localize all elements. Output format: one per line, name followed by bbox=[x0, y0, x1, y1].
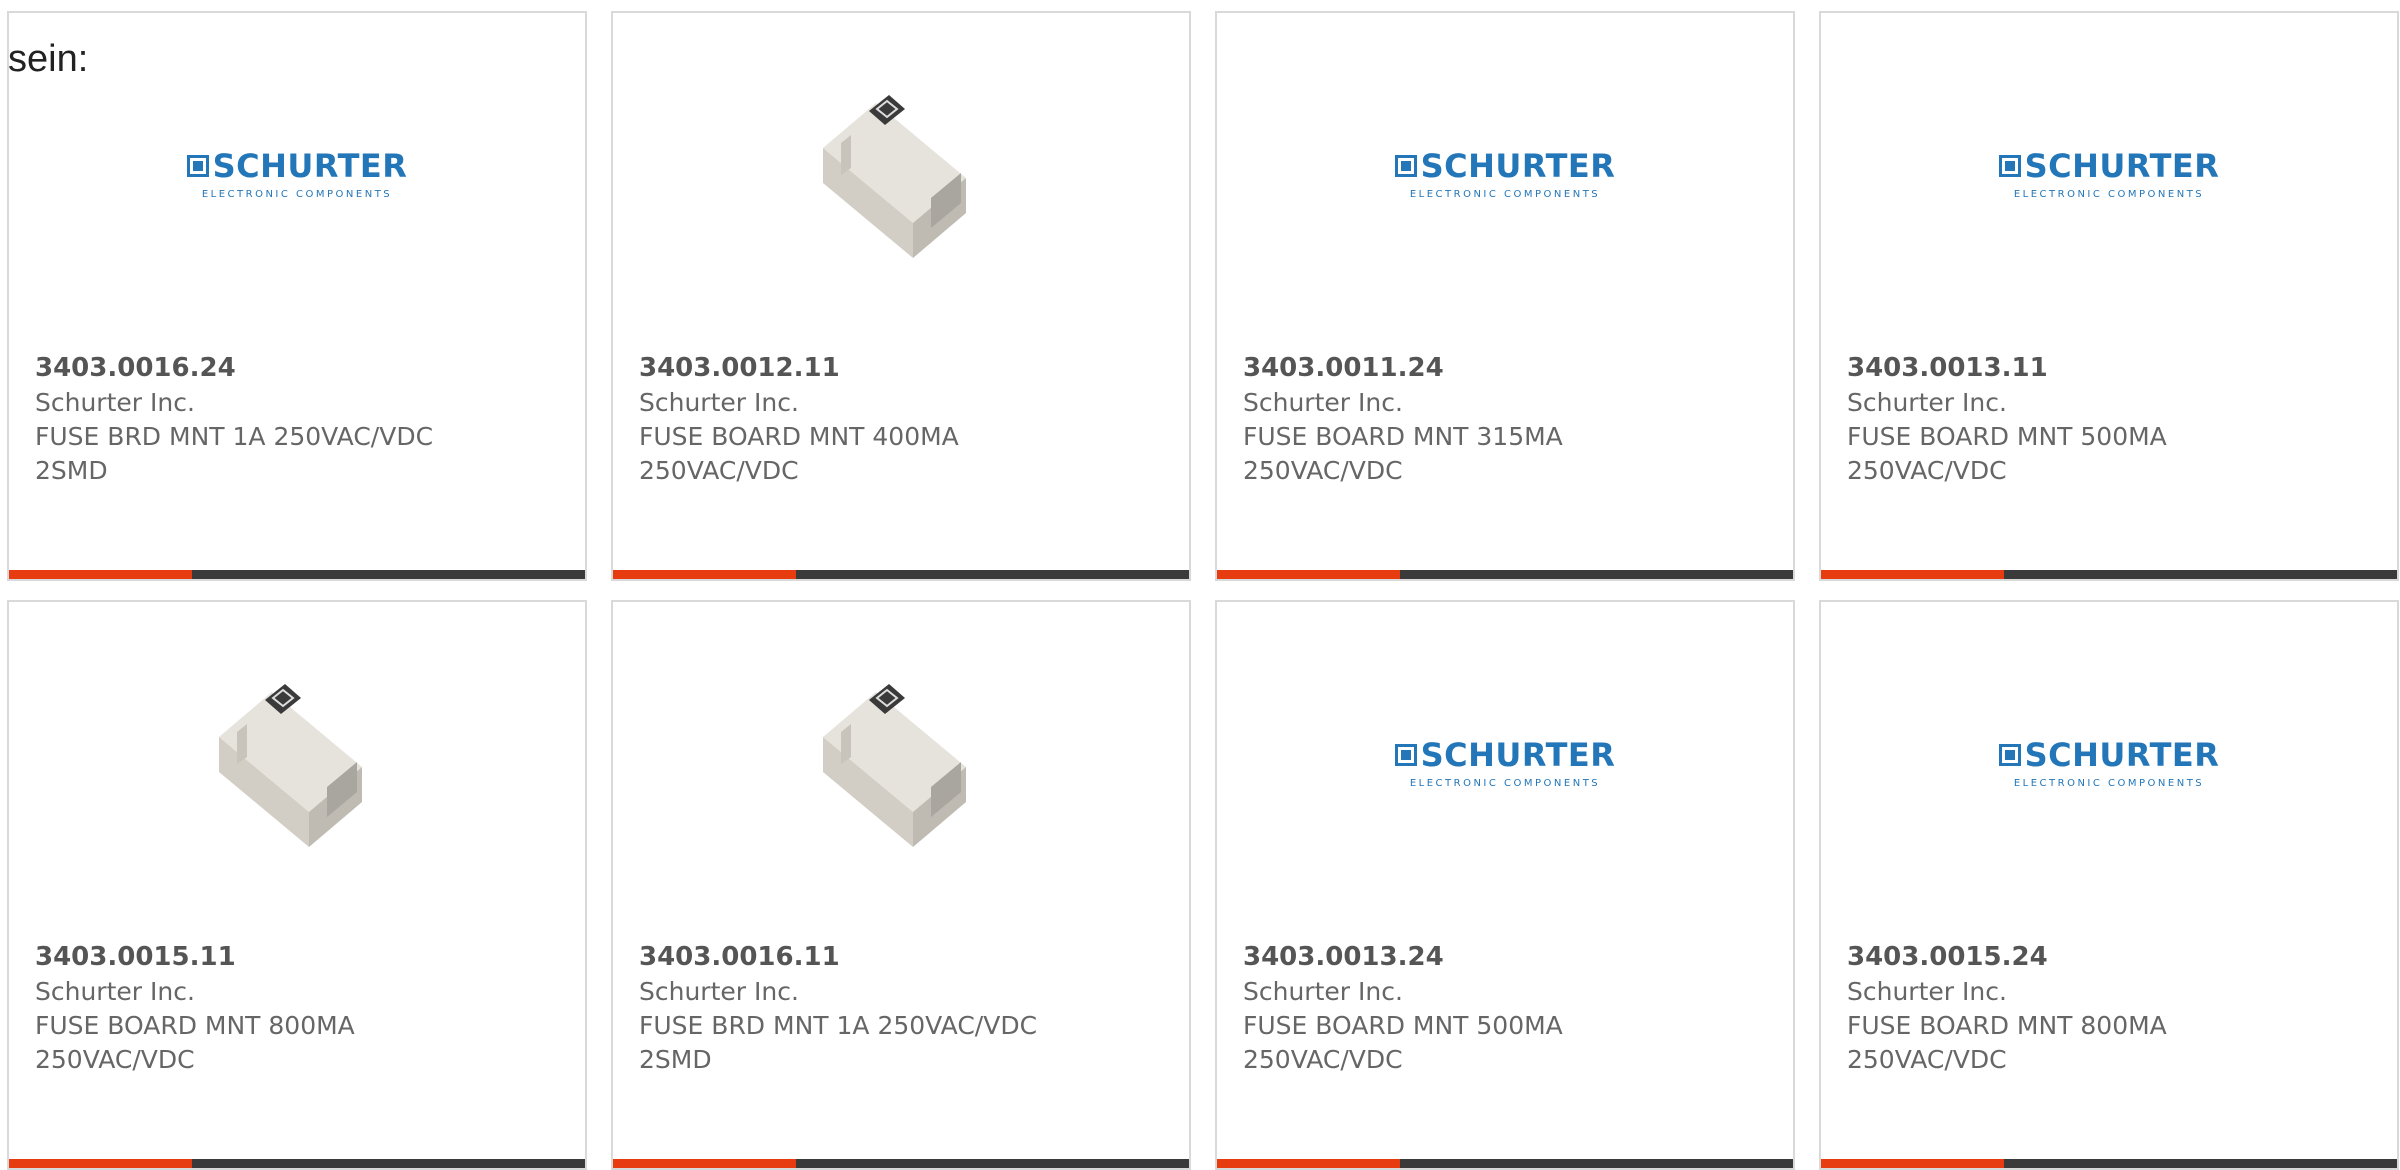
part-number[interactable]: 3403.0016.11 bbox=[639, 942, 840, 972]
description: FUSE BOARD MNT 400MA 250VAC/VDC bbox=[639, 422, 959, 485]
manufacturer: Schurter Inc. bbox=[639, 388, 799, 417]
part-number[interactable]: 3403.0015.24 bbox=[1847, 942, 2048, 972]
product-card[interactable]: 3403.0016.11 Schurter Inc. FUSE BRD MNT … bbox=[611, 600, 1191, 1170]
description: FUSE BRD MNT 1A 250VAC/VDC 2SMD bbox=[35, 422, 434, 485]
logo-text: SCHURTER bbox=[1420, 146, 1616, 185]
schurter-logo: SCHURTER ELECTRONIC COMPONENTS bbox=[1394, 146, 1616, 200]
manufacturer: Schurter Inc. bbox=[1847, 977, 2007, 1006]
card-bar-accent bbox=[1821, 570, 2004, 579]
card-bottom-bar bbox=[613, 570, 1189, 579]
fuse-photo bbox=[823, 95, 966, 258]
logo-subtext: ELECTRONIC COMPONENTS bbox=[1409, 188, 1601, 200]
manufacturer: Schurter Inc. bbox=[35, 977, 195, 1006]
product-image: SCHURTER ELECTRONIC COMPONENTS bbox=[1217, 657, 1793, 867]
description: FUSE BOARD MNT 800MA 250VAC/VDC bbox=[35, 1011, 355, 1074]
product-image: SCHURTER ELECTRONIC COMPONENTS bbox=[9, 68, 585, 278]
part-number[interactable]: 3403.0013.24 bbox=[1243, 942, 1444, 972]
description: FUSE BRD MNT 1A 250VAC/VDC 2SMD bbox=[639, 1011, 1038, 1074]
product-grid: SCHURTER ELECTRONIC COMPONENTS 3403.0016… bbox=[0, 0, 2400, 1170]
card-bottom-bar bbox=[1217, 570, 1793, 579]
schurter-logo-mark-icon bbox=[1998, 154, 2021, 177]
schurter-logo: SCHURTER ELECTRONIC COMPONENTS bbox=[1394, 735, 1616, 789]
product-image bbox=[9, 657, 585, 867]
description: FUSE BOARD MNT 800MA 250VAC/VDC bbox=[1847, 1011, 2167, 1074]
product-card[interactable]: SCHURTER ELECTRONIC COMPONENTS 3403.0016… bbox=[7, 11, 587, 581]
schurter-logo-mark-icon bbox=[186, 154, 209, 177]
logo-text: SCHURTER bbox=[2024, 735, 2220, 774]
product-image bbox=[613, 68, 1189, 278]
manufacturer: Schurter Inc. bbox=[1847, 388, 2007, 417]
part-number[interactable]: 3403.0015.11 bbox=[35, 942, 236, 972]
product-image: SCHURTER ELECTRONIC COMPONENTS bbox=[1821, 657, 2397, 867]
part-number[interactable]: 3403.0012.11 bbox=[639, 353, 840, 383]
logo-text: SCHURTER bbox=[212, 146, 408, 185]
schurter-logo-mark-icon bbox=[1394, 743, 1417, 766]
schurter-logo: SCHURTER ELECTRONIC COMPONENTS bbox=[1998, 735, 2220, 789]
product-card[interactable]: SCHURTER ELECTRONIC COMPONENTS 3403.0013… bbox=[1819, 11, 2399, 581]
product-image: SCHURTER ELECTRONIC COMPONENTS bbox=[1821, 68, 2397, 278]
manufacturer: Schurter Inc. bbox=[1243, 977, 1403, 1006]
card-bar-accent bbox=[1217, 570, 1400, 579]
fuse-photo bbox=[823, 684, 966, 847]
product-card[interactable]: SCHURTER ELECTRONIC COMPONENTS 3403.0015… bbox=[1819, 600, 2399, 1170]
product-image: SCHURTER ELECTRONIC COMPONENTS bbox=[1217, 68, 1793, 278]
logo-subtext: ELECTRONIC COMPONENTS bbox=[201, 188, 393, 200]
schurter-logo-mark-icon bbox=[1394, 154, 1417, 177]
logo-subtext: ELECTRONIC COMPONENTS bbox=[2013, 777, 2205, 789]
logo-text: SCHURTER bbox=[2024, 146, 2220, 185]
description: FUSE BOARD MNT 315MA 250VAC/VDC bbox=[1243, 422, 1563, 485]
description: FUSE BOARD MNT 500MA 250VAC/VDC bbox=[1243, 1011, 1563, 1074]
manufacturer: Schurter Inc. bbox=[639, 977, 799, 1006]
card-bar-accent bbox=[613, 570, 796, 579]
card-bottom-bar bbox=[1821, 570, 2397, 579]
logo-subtext: ELECTRONIC COMPONENTS bbox=[2013, 188, 2205, 200]
product-image bbox=[613, 657, 1189, 867]
product-card[interactable]: 3403.0015.11 Schurter Inc. FUSE BOARD MN… bbox=[7, 600, 587, 1170]
logo-subtext: ELECTRONIC COMPONENTS bbox=[1409, 777, 1601, 789]
part-number[interactable]: 3403.0013.11 bbox=[1847, 353, 2048, 383]
schurter-logo: SCHURTER ELECTRONIC COMPONENTS bbox=[186, 146, 408, 200]
manufacturer: Schurter Inc. bbox=[35, 388, 195, 417]
card-bar-accent bbox=[9, 570, 192, 579]
fuse-photo bbox=[219, 684, 362, 847]
logo-text: SCHURTER bbox=[1420, 735, 1616, 774]
schurter-logo-mark-icon bbox=[1998, 743, 2021, 766]
intro-text: sein: bbox=[8, 38, 89, 80]
part-number[interactable]: 3403.0016.24 bbox=[35, 353, 236, 383]
description: FUSE BOARD MNT 500MA 250VAC/VDC bbox=[1847, 422, 2167, 485]
schurter-logo: SCHURTER ELECTRONIC COMPONENTS bbox=[1998, 146, 2220, 200]
product-card[interactable]: 3403.0012.11 Schurter Inc. FUSE BOARD MN… bbox=[611, 11, 1191, 581]
card-bottom-bar bbox=[9, 570, 585, 579]
product-card[interactable]: SCHURTER ELECTRONIC COMPONENTS 3403.0011… bbox=[1215, 11, 1795, 581]
part-number[interactable]: 3403.0011.24 bbox=[1243, 353, 1444, 383]
manufacturer: Schurter Inc. bbox=[1243, 388, 1403, 417]
product-card[interactable]: SCHURTER ELECTRONIC COMPONENTS 3403.0013… bbox=[1215, 600, 1795, 1170]
